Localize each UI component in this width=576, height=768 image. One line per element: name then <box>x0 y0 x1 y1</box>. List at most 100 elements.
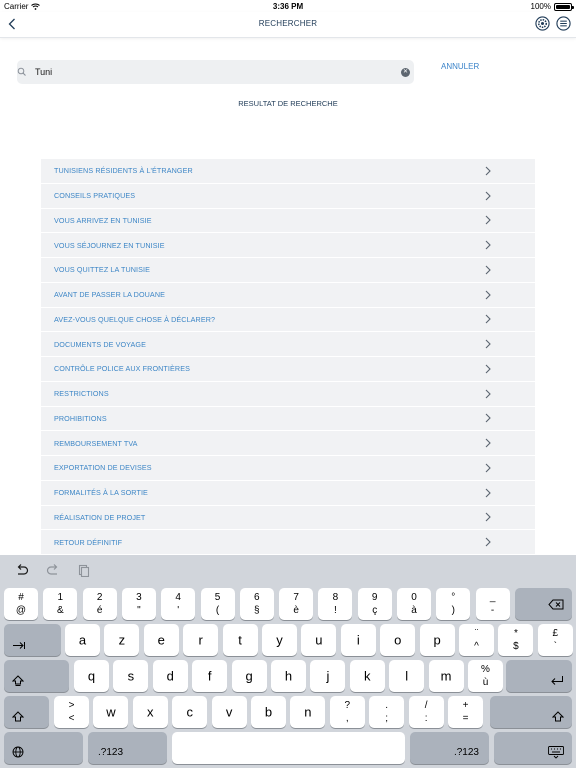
key-symbol[interactable]: _ - <box>475 588 510 620</box>
search-icon <box>17 67 26 76</box>
key-letter[interactable]: z <box>104 624 140 656</box>
result-row[interactable]: DOCUMENTS DE VOYAGE <box>41 332 535 357</box>
key-letter[interactable]: e <box>143 624 179 656</box>
key-symbol[interactable]: 3 " <box>121 588 156 620</box>
menu-icon[interactable] <box>556 16 571 31</box>
search-field[interactable]: ✕ <box>17 60 414 84</box>
key-letter[interactable]: s <box>113 660 149 692</box>
key-letter[interactable]: i <box>340 624 376 656</box>
result-row[interactable]: AVEZ-VOUS QUELQUE CHOSE À DÉCLARER? <box>41 307 535 333</box>
result-row[interactable]: VOUS ARRIVEZ EN TUNISIE <box>41 208 535 234</box>
globe-key[interactable] <box>4 732 83 764</box>
result-row[interactable]: VOUS SÉJOURNEZ EN TUNISIE <box>41 233 535 258</box>
key-symbol[interactable]: 9ç <box>357 588 392 620</box>
key-letter[interactable]: w <box>93 696 129 728</box>
key-symbol[interactable]: °) <box>436 588 471 620</box>
key-letter[interactable]: q <box>74 660 109 692</box>
key-letter[interactable]: r <box>183 624 219 656</box>
key-letter[interactable]: v <box>211 696 247 728</box>
keyboard-dismiss-icon <box>548 746 564 759</box>
key-letter[interactable]: m <box>428 660 464 692</box>
result-row[interactable]: PROHIBITIONS <box>41 406 535 432</box>
numbers-key-left[interactable]: .?123 <box>88 732 167 764</box>
key-top-char: ¨ <box>474 628 479 639</box>
result-row[interactable]: RETOUR DÉFINITIF <box>41 530 535 555</box>
redo-icon[interactable] <box>46 563 60 577</box>
key-letter[interactable]: k <box>349 660 385 692</box>
key-symbol[interactable]: % ù <box>468 660 503 692</box>
key-symbol[interactable]: £ ` <box>537 624 573 656</box>
result-row[interactable]: TUNISIENS RÉSIDENTS À L'ÉTRANGER <box>41 159 535 184</box>
key-letter[interactable]: f <box>192 660 228 692</box>
key-symbol[interactable]: 7è <box>279 588 314 620</box>
result-row[interactable]: RESTRICTIONS <box>41 381 535 407</box>
key-symbol[interactable]: 1 & <box>43 588 78 620</box>
shift-key-left[interactable] <box>4 696 49 728</box>
result-row-label: DOCUMENTS DE VOYAGE <box>54 339 147 349</box>
key-letter[interactable]: l <box>389 660 425 692</box>
gear-icon[interactable] <box>535 16 550 31</box>
clear-search-icon[interactable]: ✕ <box>401 68 410 77</box>
results-heading: RESULTAT DE RECHERCHE <box>238 99 338 108</box>
key-char: q <box>87 668 96 684</box>
key-symbol[interactable]: 0à <box>397 588 431 620</box>
key-char: g <box>245 668 253 684</box>
key-symbol[interactable]: # @ <box>4 588 38 620</box>
key-symbol[interactable]: ¨ ^ <box>459 624 494 656</box>
key-symbol[interactable]: 5( <box>200 588 235 620</box>
delete-key[interactable] <box>515 588 572 620</box>
key-letter[interactable]: p <box>419 624 455 656</box>
chevron-right-icon <box>485 537 491 547</box>
key-top-char: + <box>462 700 469 711</box>
cancel-button[interactable]: ANNULER <box>441 62 479 71</box>
key-symbol[interactable]: 8! <box>318 588 353 620</box>
chevron-right-icon <box>485 364 491 374</box>
paste-icon[interactable] <box>76 563 90 577</box>
key-letter[interactable]: y <box>262 624 297 656</box>
key-symbol[interactable]: + = <box>448 696 483 728</box>
key-char: l <box>405 668 409 684</box>
key-symbol[interactable]: 2é <box>82 588 117 620</box>
tab-key[interactable] <box>4 624 61 656</box>
key-letter[interactable]: d <box>152 660 188 692</box>
key-symbol[interactable]: /: <box>408 696 444 728</box>
key-symbol[interactable]: 4 ' <box>161 588 196 620</box>
key-letter[interactable]: x <box>132 696 168 728</box>
numbers-key-right[interactable]: .?123 <box>410 732 489 764</box>
result-row[interactable]: AVANT DE PASSER LA DOUANE <box>41 282 535 308</box>
key-symbol[interactable]: ?, <box>329 696 365 728</box>
hide-keyboard-key[interactable] <box>494 732 572 764</box>
key-symbol[interactable]: > < <box>54 696 89 728</box>
key-symbol[interactable]: 6 § <box>239 588 274 620</box>
space-key[interactable] <box>172 732 405 764</box>
key-char: v <box>225 704 233 720</box>
key-letter[interactable]: u <box>301 624 337 656</box>
result-row[interactable]: CONSEILS PRATIQUES <box>41 183 535 209</box>
key-top-char: 7 <box>293 592 299 603</box>
key-letter[interactable]: b <box>251 696 286 728</box>
key-letter[interactable]: a <box>65 624 100 656</box>
key-letter[interactable]: c <box>172 696 208 728</box>
caps-lock-key[interactable] <box>4 660 69 692</box>
undo-icon[interactable] <box>15 563 29 577</box>
chevron-right-icon <box>485 339 491 349</box>
key-symbol[interactable]: .; <box>369 696 405 728</box>
key-letter[interactable]: j <box>310 660 346 692</box>
result-row[interactable]: FORMALITÉS À LA SORTIE <box>41 480 535 506</box>
result-row[interactable]: RÉALISATION DE PROJET <box>41 505 535 531</box>
key-letter[interactable]: t <box>222 624 258 656</box>
result-row[interactable]: VOUS QUITTEZ LA TUNISIE <box>41 258 535 283</box>
search-input[interactable] <box>35 67 375 77</box>
result-row[interactable]: CONTRÔLE POLICE AUX FRONTIÈRES <box>41 357 535 382</box>
key-letter[interactable]: n <box>290 696 326 728</box>
result-row[interactable]: REMBOURSEMENT TVA <box>41 431 535 456</box>
result-row[interactable]: EXPORTATION DE DEVISES <box>41 456 535 481</box>
shift-key-right[interactable] <box>490 696 572 728</box>
return-key[interactable] <box>506 660 572 692</box>
key-letter[interactable]: o <box>380 624 416 656</box>
key-letter[interactable]: h <box>271 660 306 692</box>
key-bottom-char: - <box>490 605 495 616</box>
key-symbol[interactable]: * $ <box>498 624 534 656</box>
key-letter[interactable]: g <box>231 660 267 692</box>
key-char: k <box>364 668 371 684</box>
